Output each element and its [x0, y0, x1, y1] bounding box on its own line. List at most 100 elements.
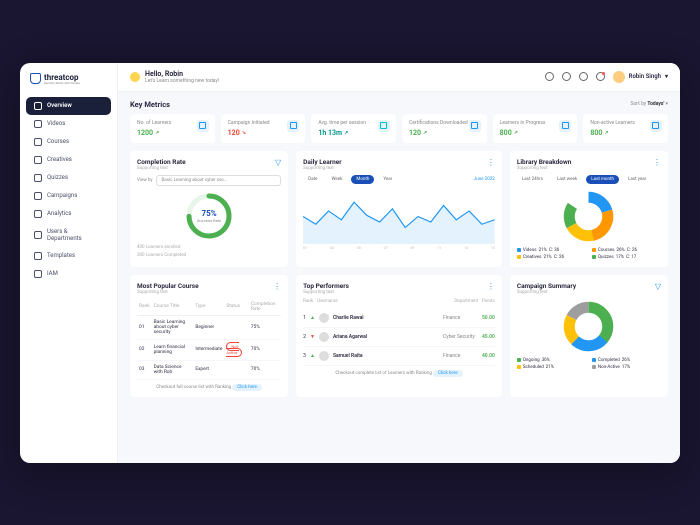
metric-progress: Learners in Progress 800↗ [493, 114, 578, 143]
more-icon[interactable]: ⋮ [487, 158, 495, 167]
nav-users[interactable]: Users & Departments [26, 223, 111, 247]
lock-icon [34, 270, 42, 278]
nav-quizzes[interactable]: Quizzes [26, 169, 111, 187]
logo[interactable]: threatcop Security Starts with People [20, 73, 117, 93]
metrics-row: No. of Learners 1200↗ Campaign Initiated… [130, 114, 668, 143]
topbar: Hello, Robin Let's Learn something new t… [118, 63, 680, 92]
library-donut [561, 189, 616, 244]
row-1: Completion RateSupporting text ▽ View by… [130, 151, 668, 267]
month-picker[interactable]: June 2022 [474, 177, 495, 182]
library-legend: Videos 21% C: 36 Courses 26% C: 26 Creat… [517, 248, 661, 260]
completion-gauge: 75%Success Rate [184, 191, 234, 241]
clock-icon [378, 120, 390, 132]
bell-icon[interactable] [596, 72, 605, 81]
daily-x-axis: 0103050709111315 [303, 246, 495, 250]
nav-campaigns[interactable]: Campaigns [26, 187, 111, 205]
performer-row[interactable]: 1▲Charlie RawalFinance50.00 [303, 309, 495, 328]
arrow-down-icon: ↘ [242, 130, 246, 136]
arrow-up-icon: ↗ [344, 130, 348, 136]
arrow-up-icon: ↗ [604, 130, 608, 136]
table-row[interactable]: 03Data Science with RobExpert70% [137, 360, 281, 379]
table-row[interactable]: 02Learn financial planningIntermediateNo… [137, 339, 281, 360]
greeting-title: Hello, Robin [145, 70, 219, 78]
template-icon [34, 252, 42, 260]
avatar [319, 351, 329, 361]
performer-row[interactable]: 2▼Ariana AgarwalCyber Security45.00 [303, 328, 495, 347]
book-icon [34, 138, 42, 146]
more-icon[interactable]: ⋮ [653, 158, 661, 167]
megaphone-icon [34, 192, 42, 200]
main-panel: Hello, Robin Let's Learn something new t… [118, 63, 680, 463]
tab-month[interactable]: Month [351, 175, 374, 184]
performers-link[interactable]: Click here [433, 370, 463, 377]
app-window: threatcop Security Starts with People Ov… [20, 63, 680, 463]
gear-icon[interactable] [579, 72, 588, 81]
campaign-donut [561, 299, 616, 354]
key-metrics-title: Key Metrics [130, 100, 170, 109]
popular-link[interactable]: Click here [232, 384, 262, 391]
nav-overview[interactable]: Overview [26, 97, 111, 115]
sidebar: threatcop Security Starts with People Ov… [20, 63, 118, 463]
user-menu[interactable]: Robin Singh ▾ [613, 71, 668, 83]
clipboard-icon [34, 174, 42, 182]
more-icon[interactable]: ⋮ [273, 282, 281, 291]
table-row[interactable]: 01Basic Learning about cyber securityBeg… [137, 315, 281, 339]
users-icon [34, 231, 42, 239]
nav-courses[interactable]: Courses [26, 133, 111, 151]
metric-nonactive: Non-active Learners 800↗ [583, 114, 668, 143]
home-icon [34, 102, 42, 110]
nav-creatives[interactable]: Creatives [26, 151, 111, 169]
nav-list: Overview Videos Courses Creatives Quizze… [20, 93, 117, 287]
nav-iam[interactable]: IAM [26, 265, 111, 283]
topbar-actions: Robin Singh ▾ [545, 71, 668, 83]
metric-learners: No. of Learners 1200↗ [130, 114, 215, 143]
users-icon [197, 120, 209, 132]
filter-icon[interactable]: ▽ [275, 158, 281, 167]
play-icon [34, 120, 42, 128]
card-performers: Top PerformersSupporting text ⋮ RankUser… [296, 275, 502, 397]
tab-week[interactable]: Week [326, 175, 347, 184]
popular-table: RankCourse TitleTypeStatusCompletion Rat… [137, 299, 281, 380]
tab-year[interactable]: Year [378, 175, 397, 184]
metric-campaign: Campaign Initiated 120↘ [221, 114, 306, 143]
content: Key Metrics Sort by Todays' ▾ No. of Lea… [118, 92, 680, 413]
sort-control[interactable]: Sort by Todays' ▾ [630, 101, 668, 107]
download-icon [469, 120, 481, 132]
chevron-down-icon: ▾ [665, 73, 668, 80]
arrow-up-icon: ↗ [514, 130, 518, 136]
greeting-subtitle: Let's Learn something new today! [145, 78, 219, 84]
nav-videos[interactable]: Videos [26, 115, 111, 133]
key-metrics-header: Key Metrics Sort by Todays' ▾ [130, 100, 668, 109]
search-icon[interactable] [545, 72, 554, 81]
campaign-legend: Ongoing 36% Completed 26% Scheduled 21% … [517, 358, 661, 370]
chart-icon [34, 210, 42, 218]
card-library: Library BreakdownSupporting text ⋮ Last … [510, 151, 668, 267]
card-popular: Most Popular CourseSupporting text ⋮ Ran… [130, 275, 288, 397]
metric-avgtime: Avg. time per session 1h 13m↗ [311, 114, 396, 143]
completion-dropdown[interactable]: View by Basic Learning about cyber sec..… [137, 175, 281, 186]
arrow-up-icon: ↗ [423, 130, 427, 136]
tab-date[interactable]: Date [303, 175, 322, 184]
metric-certs: Certifications Downloaded 120↗ [402, 114, 487, 143]
daily-chart [303, 189, 495, 244]
image-icon [34, 156, 42, 164]
card-daily: Daily LearnerSupporting text ⋮ Date Week… [296, 151, 502, 267]
more-icon[interactable]: ⋮ [487, 282, 495, 291]
avatar [613, 71, 625, 83]
card-completion: Completion RateSupporting text ▽ View by… [130, 151, 288, 267]
wave-icon [130, 72, 140, 82]
arrow-up-icon: ↗ [155, 130, 159, 136]
brand-tagline: Security Starts with People [44, 81, 80, 85]
user-name: Robin Singh [629, 73, 661, 80]
avatar [319, 313, 329, 323]
greeting: Hello, Robin Let's Learn something new t… [145, 70, 219, 84]
shield-icon [30, 73, 41, 84]
nav-analytics[interactable]: Analytics [26, 205, 111, 223]
filter-icon[interactable]: ▽ [655, 282, 661, 291]
nav-templates[interactable]: Templates [26, 247, 111, 265]
globe-icon[interactable] [562, 72, 571, 81]
megaphone-icon [287, 120, 299, 132]
avatar [319, 332, 329, 342]
performer-row[interactable]: 3▲Samuel RaitaFinance40.00 [303, 347, 495, 366]
user-off-icon [650, 120, 662, 132]
